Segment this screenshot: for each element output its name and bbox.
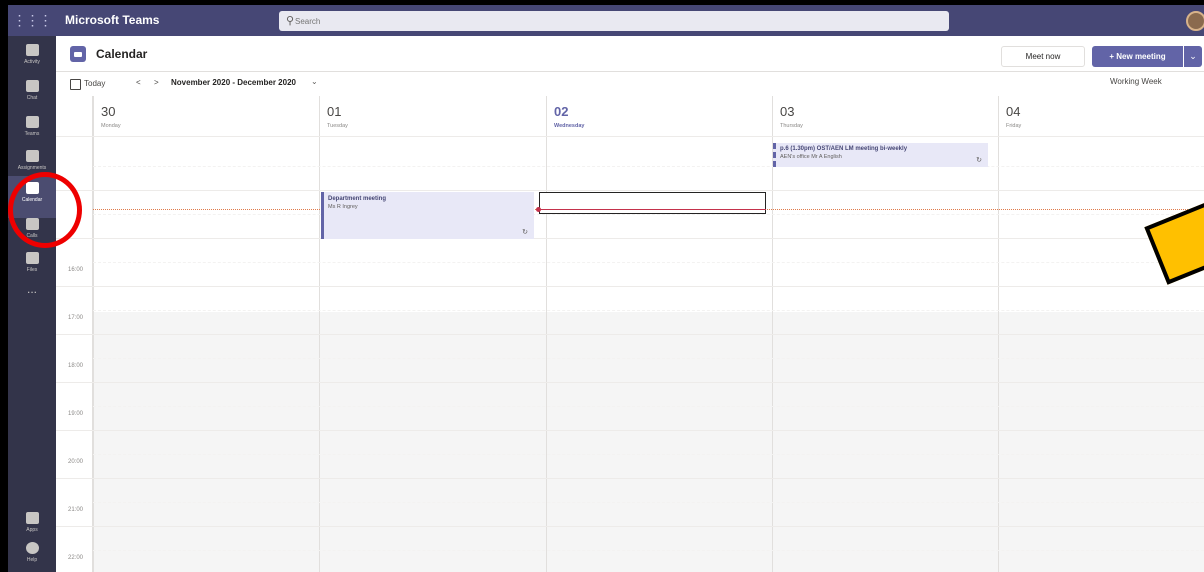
hour-line (56, 334, 1204, 335)
half-hour-line (93, 310, 1204, 311)
next-button[interactable]: > (154, 78, 159, 87)
after-hours (547, 312, 773, 572)
after-hours (320, 312, 546, 572)
after-hours (773, 312, 999, 572)
top-bar: ⋮⋮⋮ Microsoft Teams ⚲ (8, 5, 1204, 36)
half-hour-line (93, 166, 1204, 167)
half-hour-line (93, 214, 1204, 215)
half-hour-line (93, 454, 1204, 455)
meet-now-button[interactable]: Meet now (1001, 46, 1085, 67)
view-selector[interactable]: Working Week (1110, 77, 1162, 86)
event-subtitle: AEN's office Mr A English (780, 154, 842, 160)
day-number: 02 (554, 104, 569, 119)
assignments-icon (25, 150, 39, 162)
hour-line (56, 238, 1204, 239)
half-hour-line (93, 502, 1204, 503)
help-icon (25, 542, 39, 554)
new-meeting-button[interactable]: + New meeting (1092, 46, 1183, 67)
event-title: Department meeting (328, 196, 387, 202)
rail-label: Teams (24, 131, 40, 137)
date-range-picker[interactable]: November 2020 - December 2020 (171, 78, 296, 87)
teams-icon (25, 116, 39, 128)
previous-button[interactable]: < (136, 78, 141, 87)
time-label: 16:00 (68, 267, 84, 273)
day-name: Friday (1006, 123, 1022, 129)
highlight-circle (8, 172, 82, 248)
after-hours (999, 312, 1204, 572)
hour-line (56, 382, 1204, 383)
app-rail: Activity Chat Teams Assignments Calendar… (8, 36, 56, 572)
hour-line (56, 136, 1204, 137)
half-hour-line (93, 550, 1204, 551)
apps-icon (25, 512, 39, 524)
time-label: 19:00 (68, 411, 84, 417)
app-title: Microsoft Teams (65, 13, 160, 27)
bell-icon (25, 44, 39, 56)
day-name: Wednesday (554, 123, 585, 129)
calendar-nav: Today < > November 2020 - December 2020 … (56, 72, 1204, 96)
files-icon (25, 252, 39, 264)
day-name: Tuesday (327, 123, 348, 129)
time-label: 20:00 (68, 459, 84, 465)
chat-icon (25, 80, 39, 92)
chevron-down-icon[interactable]: ⌄ (1184, 46, 1202, 67)
chevron-down-icon[interactable]: ⌄ (311, 77, 318, 86)
day-name: Thursday (780, 123, 803, 129)
day-number: 03 (780, 104, 795, 119)
event-ost-aen-meeting[interactable]: p.6 (1.30pm) OST/AEN LM meeting bi-weekl… (773, 143, 988, 167)
calendar-grid: 30 Monday 01 Tuesday 02 Wednesday 03 Thu… (56, 96, 1204, 572)
day-number: 30 (101, 104, 116, 119)
more-apps-icon[interactable]: ... (8, 282, 56, 296)
rail-label: Activity (24, 59, 40, 65)
search-box[interactable]: ⚲ (279, 11, 949, 31)
day-number: 04 (1006, 104, 1021, 119)
app-launcher-icon[interactable]: ⋮⋮⋮ (8, 5, 56, 36)
rail-label: Help (26, 557, 38, 563)
rail-label: Files (26, 267, 38, 273)
half-hour-line (93, 406, 1204, 407)
event-department-meeting[interactable]: Department meeting Ms R Ingrey ↻ (321, 192, 534, 239)
half-hour-line (93, 358, 1204, 359)
page-title: Calendar (96, 47, 148, 61)
today-button[interactable]: Today (70, 76, 105, 92)
teams-window: ⋮⋮⋮ Microsoft Teams ⚲ Activity Chat Team… (8, 5, 1204, 572)
time-label: 18:00 (68, 363, 84, 369)
time-label: 21:00 (68, 507, 84, 513)
hour-line (56, 190, 1204, 191)
recurring-icon: ↻ (976, 157, 982, 164)
rail-label: Apps (26, 527, 38, 533)
avatar[interactable] (1186, 11, 1204, 31)
time-label: 17:00 (68, 315, 84, 321)
event-subtitle: Ms R Ingrey (328, 204, 358, 210)
time-label: 22:00 (68, 555, 84, 561)
hour-line (56, 478, 1204, 479)
event-title: p.6 (1.30pm) OST/AEN LM meeting bi-weekl… (780, 146, 908, 152)
after-hours (94, 312, 320, 572)
recurring-icon: ↻ (522, 229, 528, 236)
search-input[interactable] (295, 14, 895, 28)
rail-item-help[interactable]: Help (8, 536, 56, 572)
rail-label: Assignments (17, 165, 47, 171)
selected-time-slot[interactable] (539, 192, 766, 214)
day-name: Monday (101, 123, 121, 129)
hour-line (56, 430, 1204, 431)
calendar-icon (70, 46, 86, 62)
current-time-indicator (539, 209, 766, 210)
hour-line (56, 526, 1204, 527)
hour-line (56, 286, 1204, 287)
calendar-header: Calendar Meet now + New meeting ⌄ (56, 36, 1204, 72)
rail-label: Chat (26, 95, 38, 101)
half-hour-line (93, 262, 1204, 263)
day-number: 01 (327, 104, 342, 119)
search-icon: ⚲ (286, 15, 295, 27)
current-time-dot (536, 207, 541, 212)
